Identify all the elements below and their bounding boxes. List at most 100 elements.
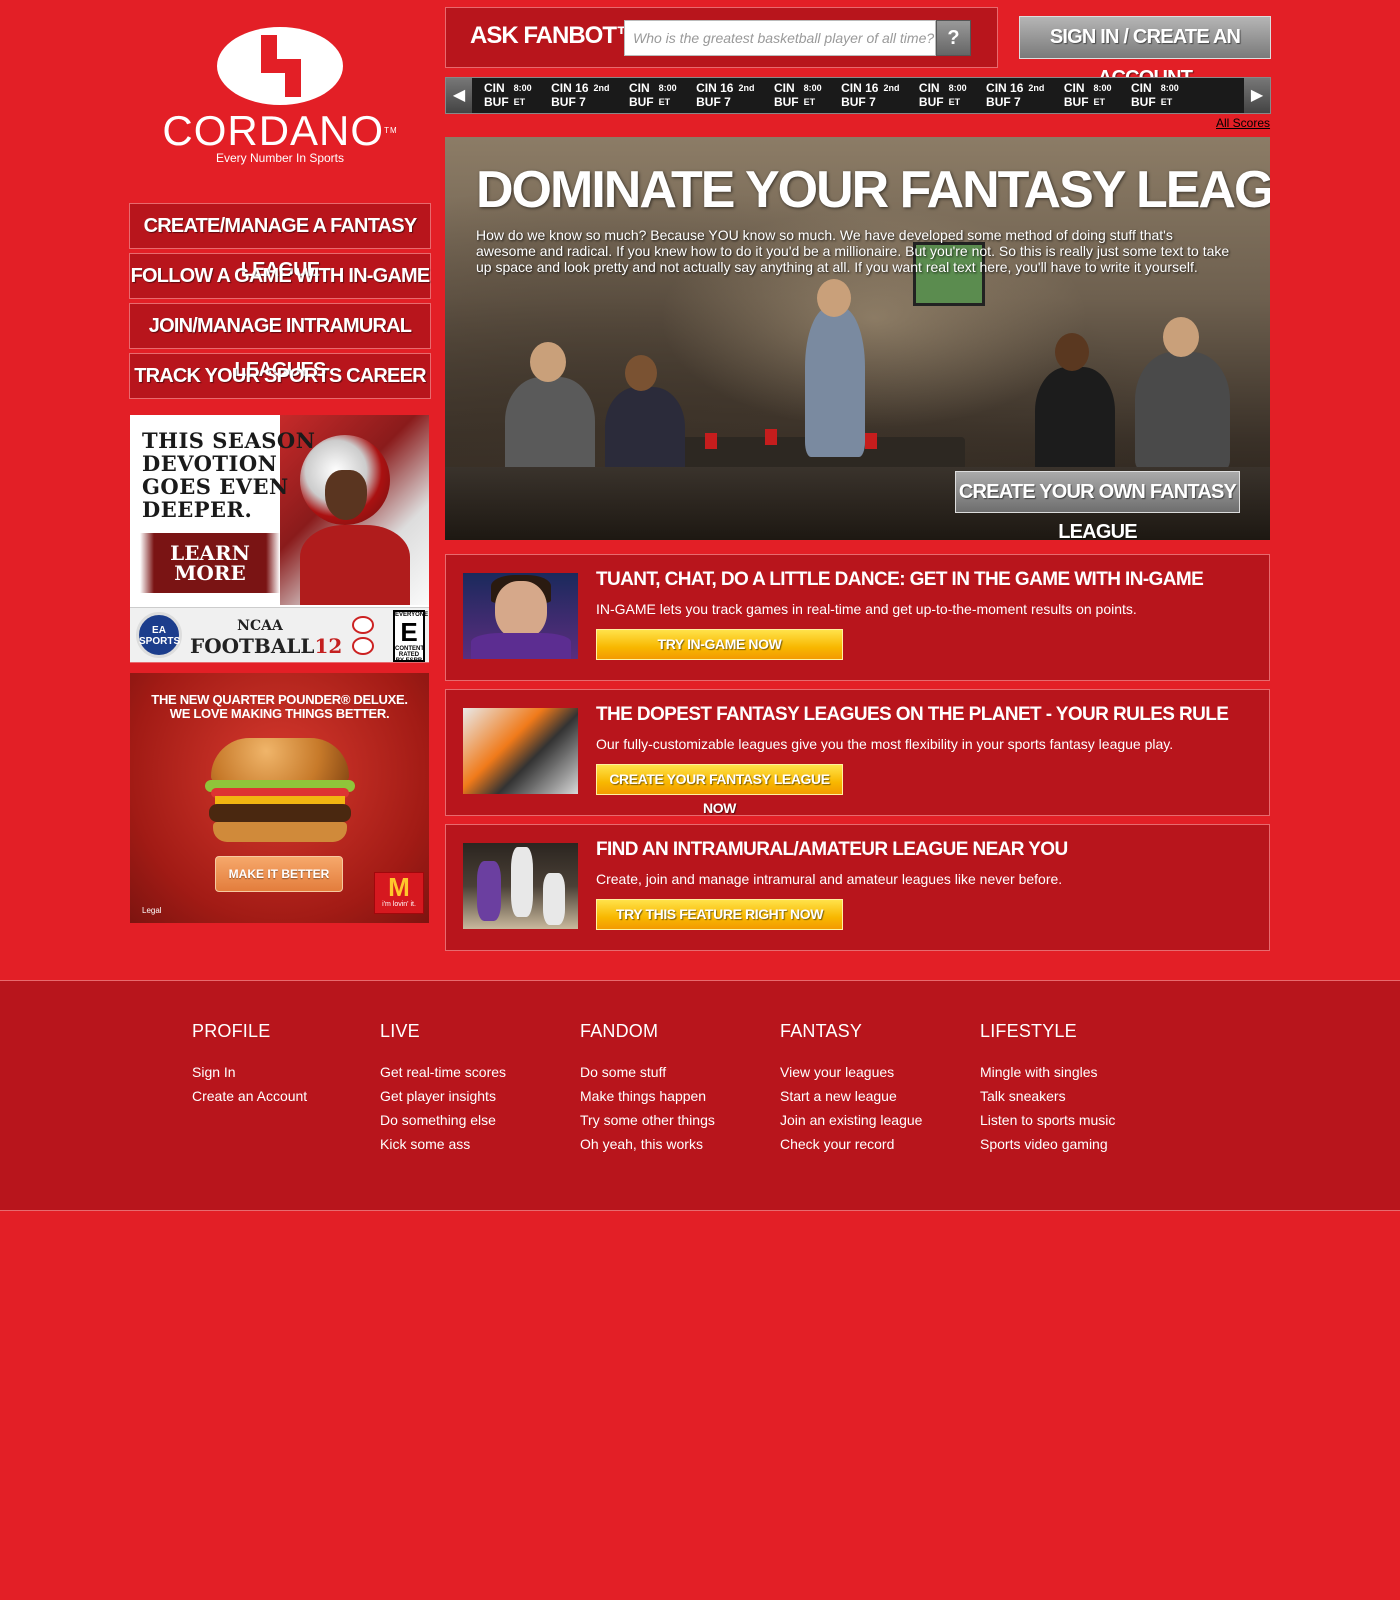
ask-fanbot: ASK FANBOT™ Who is the greatest basketba… [445,7,998,68]
nav-sports-career[interactable]: Track Your Sports Career [129,353,431,399]
hero-person-image [1135,352,1230,472]
burger-image [205,738,355,848]
ticker-game[interactable]: CIN 16 BUF 7 2nd [986,81,1044,111]
hero-head-image [625,355,657,391]
nav-intramural[interactable]: Join/Manage Intramural Leagues [129,303,431,381]
footer-link[interactable]: Oh yeah, this works [580,1132,715,1156]
ad-quarter-pounder[interactable]: THE NEW QUARTER POUNDER® DELUXE. WE LOVE… [130,673,429,923]
ad-learn-more-button[interactable]: LEARN MORE [140,533,280,593]
ticker-game[interactable]: CIN 16 BUF 7 2nd [551,81,609,111]
ncaa-football-logo: NCAA FOOTBALL12 [190,618,343,658]
footer-link[interactable]: Check your record [780,1132,922,1156]
ticker-game[interactable]: CIN 16 BUF 7 2nd [696,81,754,111]
ticker-game[interactable]: CIN BUF 8:00 ET [1131,81,1179,111]
footer-link[interactable]: Try some other things [580,1108,715,1132]
footer-link[interactable]: Start a new league [780,1084,922,1108]
footer-col-lifestyle: LIFESTYLE Mingle with singles Talk sneak… [980,1021,1115,1156]
hero-cup-image [765,429,777,445]
logo-mark-icon [217,27,343,105]
hero-person-image [1035,367,1115,477]
feature-card-in-game: Tuant, Chat, Do a Little Dance: Get in t… [445,554,1270,681]
site-logo[interactable]: CORDANOTM Every Number In Sports [160,25,400,175]
ticker-game[interactable]: CIN BUF 8:00 ET [919,81,967,111]
footer-heading: LIFESTYLE [980,1021,1077,1041]
create-fantasy-league-now-button[interactable]: Create Your Fantasy League Now [596,764,843,816]
left-nav: Create/Manage a Fantasy League Follow a … [129,203,431,403]
footer-link[interactable]: Sign In [192,1060,307,1084]
site-footer: PROFILE Sign In Create an Account LIVE G… [0,980,1400,1211]
footer-col-profile: PROFILE Sign In Create an Account [192,1021,307,1108]
footer-link[interactable]: Get real-time scores [380,1060,506,1084]
footer-heading: PROFILE [192,1021,271,1041]
footer-link[interactable]: Talk sneakers [980,1084,1115,1108]
footer-link[interactable]: View your leagues [780,1060,922,1084]
footer-link[interactable]: Do something else [380,1108,506,1132]
feature-card-desc: Our fully-customizable leagues give you … [596,736,1174,752]
feature-card-fantasy: The Dopest Fantasy Leagues on the Planet… [445,689,1270,816]
footer-heading: LIVE [380,1021,420,1041]
feature-card-desc: Create, join and manage intramural and a… [596,871,1063,887]
ad-mcd-headline: THE NEW QUARTER POUNDER® DELUXE. WE LOVE… [151,692,408,721]
all-scores-link[interactable]: All Scores [1216,116,1270,130]
hero-title: DOMINATE YOUR FANTASY LEAGUE [476,161,1270,219]
ad-face-image [325,470,367,520]
feature-card-intramural: Find an Intramural/Amateur League Near Y… [445,824,1270,951]
feature-card-title: Find an Intramural/Amateur League Near Y… [596,839,1068,860]
make-it-better-button[interactable]: MAKE IT BETTER [215,856,343,892]
score-ticker: ◀ CIN BUF 8:00 ET CIN 16 BUF 7 2nd CIN BUF 8:00… [445,77,1271,114]
ea-sports-logo: EA SPORTS [136,612,182,658]
fanbot-submit-button[interactable]: ? [936,20,971,56]
footer-link[interactable]: Mingle with singles [980,1060,1115,1084]
ad-legal-link[interactable]: Legal [142,906,162,915]
try-feature-button[interactable]: Try This Feature Right Now [596,899,843,930]
ticker-prev-icon[interactable]: ◀ [446,78,472,113]
ad-jersey-image [300,525,410,605]
create-fantasy-league-button[interactable]: Create Your Own Fantasy League [955,471,1240,540]
sign-in-button[interactable]: Sign In / Create an Account [1019,16,1271,89]
footer-link[interactable]: Listen to sports music [980,1108,1115,1132]
hero-head-image [1163,317,1199,357]
ad-ncaa-football[interactable]: THIS SEASON DEVOTION GOES EVEN DEEPER. L… [130,415,429,663]
footer-link[interactable]: Kick some ass [380,1132,506,1156]
fanbot-search-input[interactable]: Who is the greatest basketball player of… [624,20,936,56]
footer-col-fandom: FANDOM Do some stuff Make things happen … [580,1021,715,1156]
ticker-games: CIN BUF 8:00 ET CIN 16 BUF 7 2nd CIN BUF 8:00 ET… [484,81,1252,111]
footer-heading: FANTASY [780,1021,863,1041]
hero-head-image [530,342,566,382]
footer-link[interactable]: Get player insights [380,1084,506,1108]
ticker-next-icon[interactable]: ▶ [1244,78,1270,113]
hero-banner: DOMINATE YOUR FANTASY LEAGUE How do we k… [445,137,1270,540]
hero-copy: How do we know so much? Because YOU know… [476,227,1230,275]
footer-link[interactable]: Make things happen [580,1084,715,1108]
intramural-thumbnail [463,843,578,929]
footer-link[interactable]: Sports video gaming [980,1132,1115,1156]
footer-col-fantasy: FANTASY View your leagues Start a new le… [780,1021,922,1156]
nav-fantasy-league[interactable]: Create/Manage a Fantasy League [129,203,431,281]
footer-link[interactable]: Create an Account [192,1084,307,1108]
feature-card-title: The Dopest Fantasy Leagues on the Planet… [596,704,1229,725]
ticker-game[interactable]: CIN 16 BUF 7 2nd [841,81,899,111]
hero-cup-image [865,433,877,449]
ticker-game[interactable]: CIN BUF 8:00 ET [1064,81,1112,111]
ad-footer: EA SPORTS NCAA FOOTBALL12 EVERYONE E CONT… [130,607,429,663]
hero-person-image [805,307,865,457]
footer-col-live: LIVE Get real-time scores Get player ins… [380,1021,506,1156]
nav-in-game[interactable]: Follow a Game with In-Game [129,253,431,299]
footer-link[interactable]: Do some stuff [580,1060,715,1084]
fanbot-label: ASK FANBOT™ [470,22,640,49]
hero-head-image [1055,333,1089,371]
hero-cup-image [705,433,717,449]
ticker-game[interactable]: CIN BUF 8:00 ET [629,81,677,111]
brand-name: CORDANOTM [162,107,398,154]
fantasy-thumbnail [463,708,578,794]
footer-link[interactable]: Join an existing league [780,1108,922,1132]
mcdonalds-logo: M i'm lovin' it. [374,872,424,914]
ticker-game[interactable]: CIN BUF 8:00 ET [774,81,822,111]
ticker-game[interactable]: CIN BUF 8:00 ET [484,81,532,111]
in-game-thumbnail [463,573,578,659]
feature-card-title: Tuant, Chat, Do a Little Dance: Get in t… [596,569,1204,590]
esrb-rating: EVERYONE E CONTENT RATED BY ESRB [393,610,429,663]
try-in-game-button[interactable]: Try In-Game Now [596,629,843,660]
footer-heading: FANDOM [580,1021,659,1041]
ad-headline: THIS SEASON DEVOTION GOES EVEN DEEPER. [142,428,316,522]
